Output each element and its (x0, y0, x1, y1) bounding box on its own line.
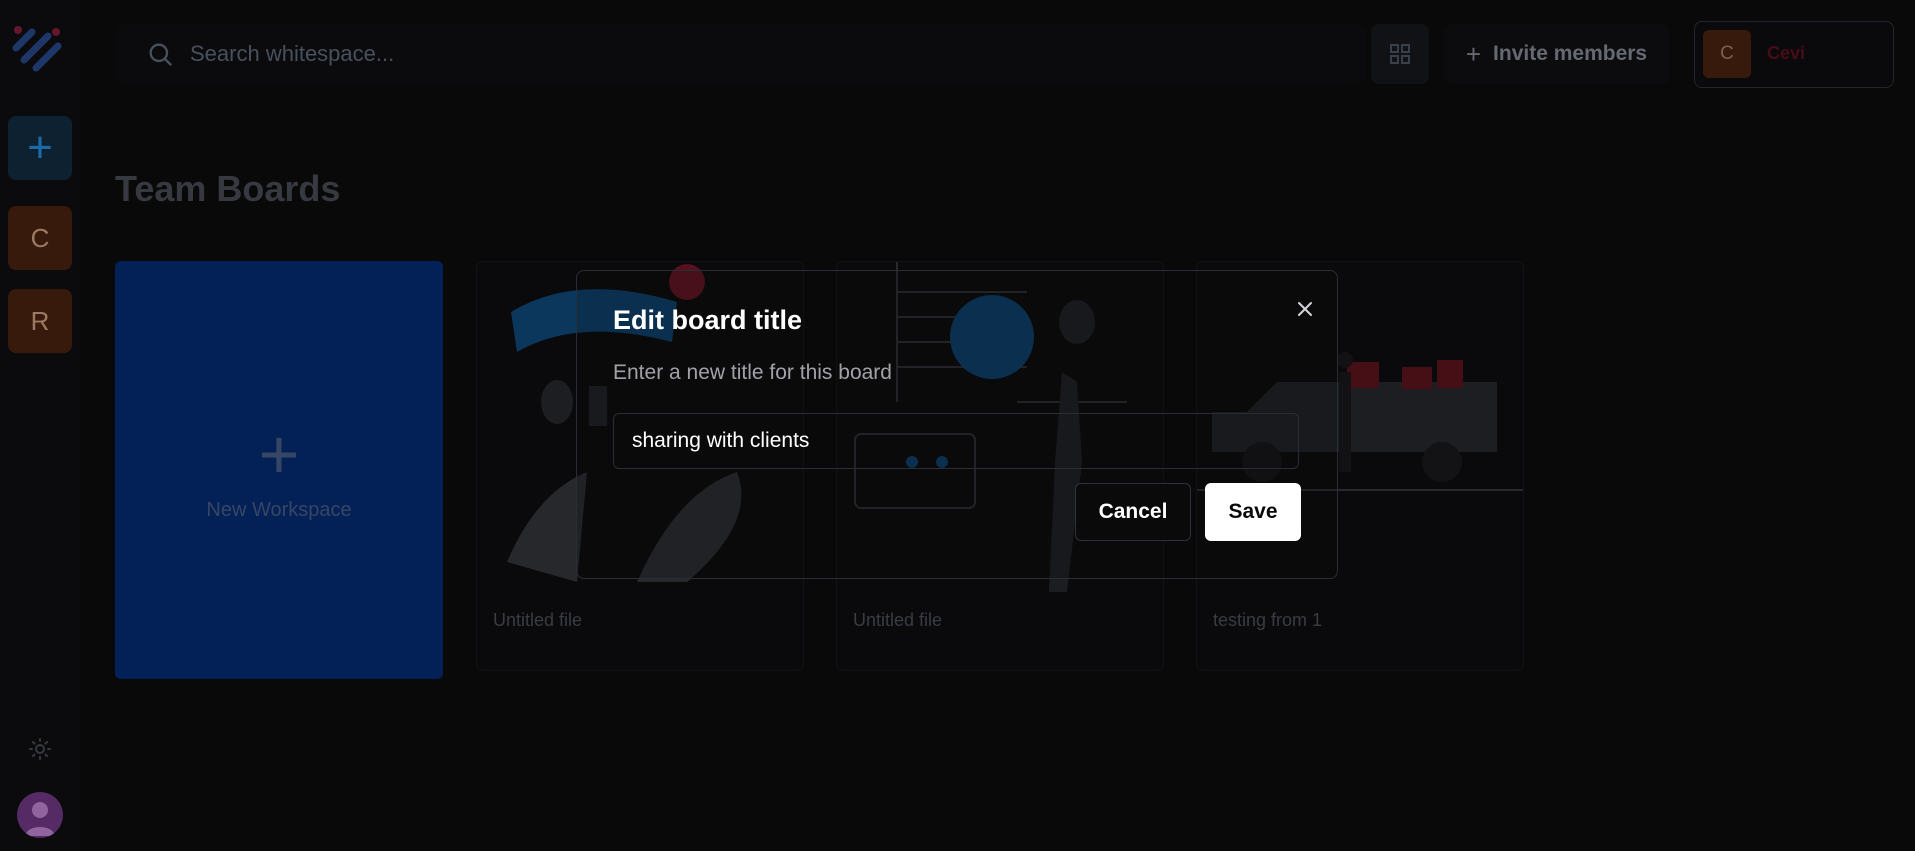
close-icon (1298, 302, 1312, 316)
dialog-description: Enter a new title for this board (613, 361, 892, 384)
board-title-input[interactable] (613, 413, 1299, 469)
close-button[interactable] (1289, 293, 1321, 325)
dialog-title: Edit board title (613, 305, 802, 335)
cancel-button[interactable]: Cancel (1075, 483, 1191, 541)
save-button[interactable]: Save (1205, 483, 1301, 541)
edit-board-title-dialog: Edit board title Enter a new title for t… (576, 270, 1338, 579)
